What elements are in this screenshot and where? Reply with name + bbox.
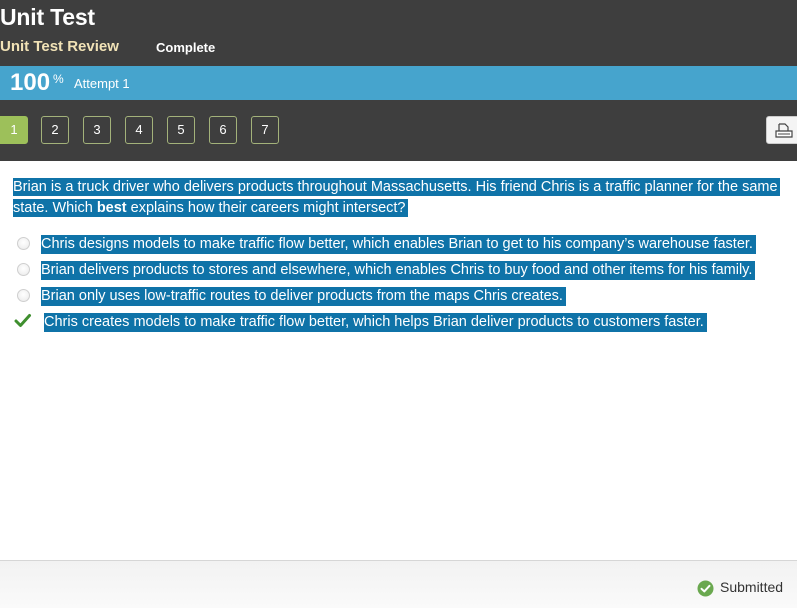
submitted-status: Submitted [720, 579, 784, 595]
activity-subtitle: Unit Test Review [0, 38, 119, 55]
question-button-1[interactable]: 1 [0, 116, 28, 144]
print-button[interactable] [766, 116, 797, 144]
answer-option-3[interactable]: Brian only uses low-traffic routes to de… [0, 285, 797, 307]
answer-option-1[interactable]: Chris designs models to make traffic flo… [0, 233, 797, 255]
radio-button[interactable] [17, 237, 30, 250]
question-button-5[interactable]: 5 [167, 116, 195, 144]
radio-button[interactable] [17, 263, 30, 276]
question-button-3[interactable]: 3 [83, 116, 111, 144]
option-text[interactable]: Chris creates models to make traffic flo… [44, 313, 707, 332]
answer-option-2[interactable]: Brian delivers products to stores and el… [0, 259, 797, 281]
question-nav: 1 2 3 4 5 6 7 [0, 100, 797, 161]
question-button-2[interactable]: 2 [41, 116, 69, 144]
printer-icon [775, 123, 793, 138]
header: Unit Test Unit Test Review Complete [0, 0, 797, 66]
page-title: Unit Test [0, 4, 95, 30]
score-bar: 100 % Attempt 1 [0, 66, 797, 100]
question-button-6[interactable]: 6 [209, 116, 237, 144]
completion-status: Complete [156, 40, 216, 55]
question-text: Brian is a truck driver who delivers pro… [13, 177, 797, 219]
answer-option-4[interactable]: Chris creates models to make traffic flo… [0, 311, 797, 333]
question-text-end: explains how their careers might interse… [126, 200, 406, 216]
radio-button[interactable] [17, 289, 30, 302]
option-text[interactable]: Brian delivers products to stores and el… [41, 261, 756, 280]
score-unit: % [53, 72, 64, 86]
question-button-4[interactable]: 4 [125, 116, 153, 144]
check-circle-icon [697, 580, 714, 602]
checkmark-icon [14, 313, 32, 334]
question-emphasis: best [96, 200, 127, 216]
option-text[interactable]: Chris designs models to make traffic flo… [41, 235, 756, 254]
score-value: 100 [10, 69, 51, 96]
footer: Submitted [0, 560, 797, 608]
attempt-label: Attempt 1 [74, 76, 130, 91]
option-text[interactable]: Brian only uses low-traffic routes to de… [41, 287, 566, 306]
question-button-7[interactable]: 7 [251, 116, 279, 144]
